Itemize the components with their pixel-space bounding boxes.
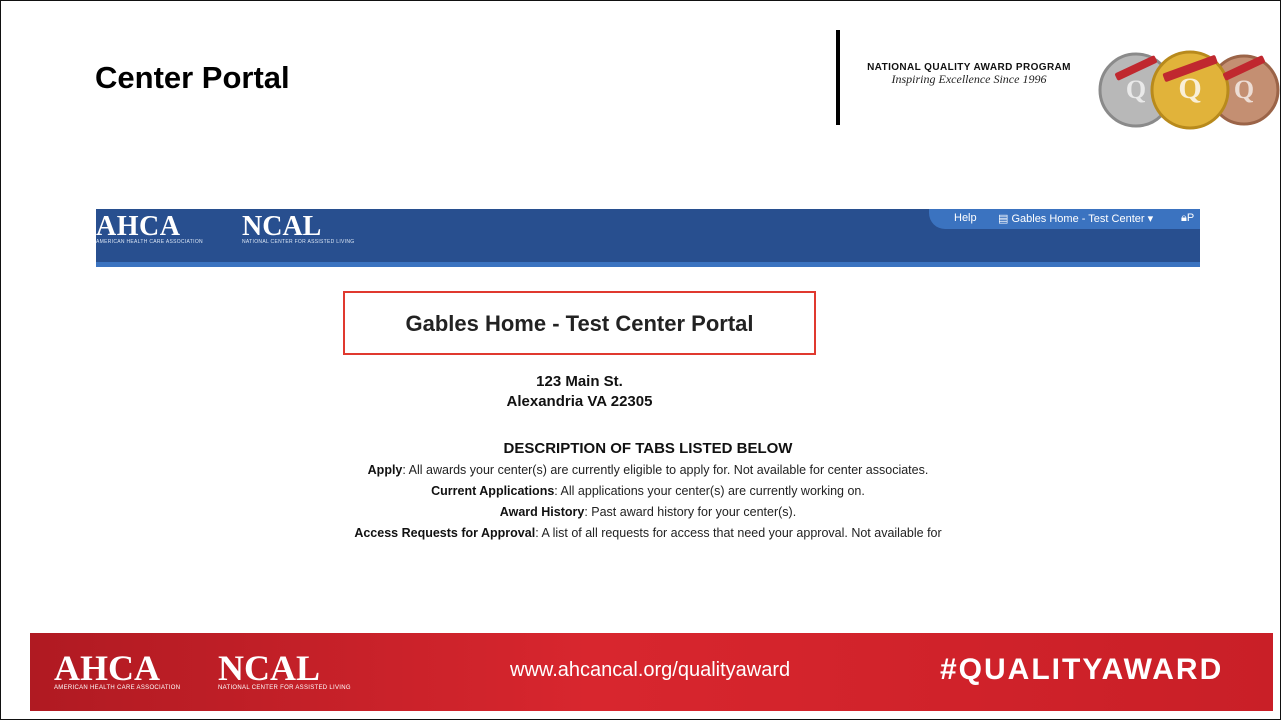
- header-divider: [836, 30, 840, 125]
- tab-text: : All awards your center(s) are currentl…: [402, 463, 929, 477]
- tab-description-access-requests: Access Requests for Approval: A list of …: [96, 526, 1200, 540]
- footer-ncal-logo: NCAL: [218, 648, 321, 688]
- tab-term: Award History: [499, 505, 585, 519]
- tab-term: Access Requests for Approval: [354, 526, 536, 540]
- portal-top-nav: AHCA AMERICAN HEALTH CARE ASSOCIATION NC…: [96, 209, 1200, 267]
- address-line-1: 123 Main St.: [536, 373, 623, 390]
- tabs-description-heading: DESCRIPTION OF TABS LISTED BELOW: [503, 440, 793, 457]
- tab-term: Current Applications: [431, 484, 555, 498]
- award-medals-logo: Q Q Q: [1098, 50, 1280, 130]
- svg-text:Q: Q: [1178, 72, 1201, 105]
- center-selector-dropdown[interactable]: ▤ Gables Home - Test Center ▾: [998, 212, 1153, 225]
- svg-text:Q: Q: [1126, 75, 1146, 104]
- tab-term: Apply: [367, 463, 403, 477]
- ahca-logo-subtitle: AMERICAN HEALTH CARE ASSOCIATION: [96, 239, 203, 245]
- portal-title-highlight: Gables Home - Test Center Portal: [343, 291, 816, 355]
- footer-ncal-subtitle: NATIONAL CENTER FOR ASSISTED LIVING: [218, 685, 351, 691]
- footer-ahca-logo: AHCA: [54, 648, 160, 688]
- center-address: 123 Main St. Alexandria VA 22305: [343, 372, 816, 412]
- tab-description-award-history: Award History: Past award history for yo…: [96, 505, 1200, 519]
- slide-frame: [0, 0, 1281, 720]
- footer-banner: AHCA AMERICAN HEALTH CARE ASSOCIATION NC…: [30, 633, 1273, 711]
- program-tagline: Inspiring Excellence Since 1996: [891, 72, 1047, 86]
- tab-text: : All applications your center(s) are cu…: [554, 484, 865, 498]
- ncal-logo-subtitle: NATIONAL CENTER FOR ASSISTED LIVING: [242, 239, 355, 245]
- page-title: Center Portal: [95, 60, 290, 95]
- portal-title: Gables Home - Test Center Portal: [405, 311, 754, 336]
- address-line-2: Alexandria VA 22305: [506, 393, 653, 410]
- profile-menu[interactable]: 🔒︎P: [1181, 212, 1194, 225]
- tab-description-current-applications: Current Applications: All applications y…: [96, 484, 1200, 498]
- tab-text: : A list of all requests for access that…: [535, 526, 942, 540]
- tab-text: : Past award history for your center(s).: [584, 505, 797, 519]
- footer-url: www.ahcancal.org/qualityaward: [510, 659, 791, 681]
- caret-down-icon: ▾: [1144, 213, 1154, 225]
- nav-actions-bar: Help ▤ Gables Home - Test Center ▾ 🔒︎P: [929, 209, 1200, 229]
- center-selector-label: Gables Home - Test Center: [1011, 213, 1145, 225]
- profile-menu-label: P: [1186, 212, 1195, 224]
- help-link[interactable]: Help: [954, 212, 977, 224]
- award-program-text: NATIONAL QUALITY AWARD PROGRAM Inspiring…: [858, 62, 1080, 86]
- svg-text:Q: Q: [1234, 75, 1254, 104]
- building-icon: ▤: [998, 213, 1012, 225]
- tab-description-apply: Apply: All awards your center(s) are cur…: [96, 463, 1200, 477]
- footer-hashtag: #QUALITYAWARD: [940, 653, 1224, 686]
- footer-ahca-subtitle: AMERICAN HEALTH CARE ASSOCIATION: [54, 685, 181, 691]
